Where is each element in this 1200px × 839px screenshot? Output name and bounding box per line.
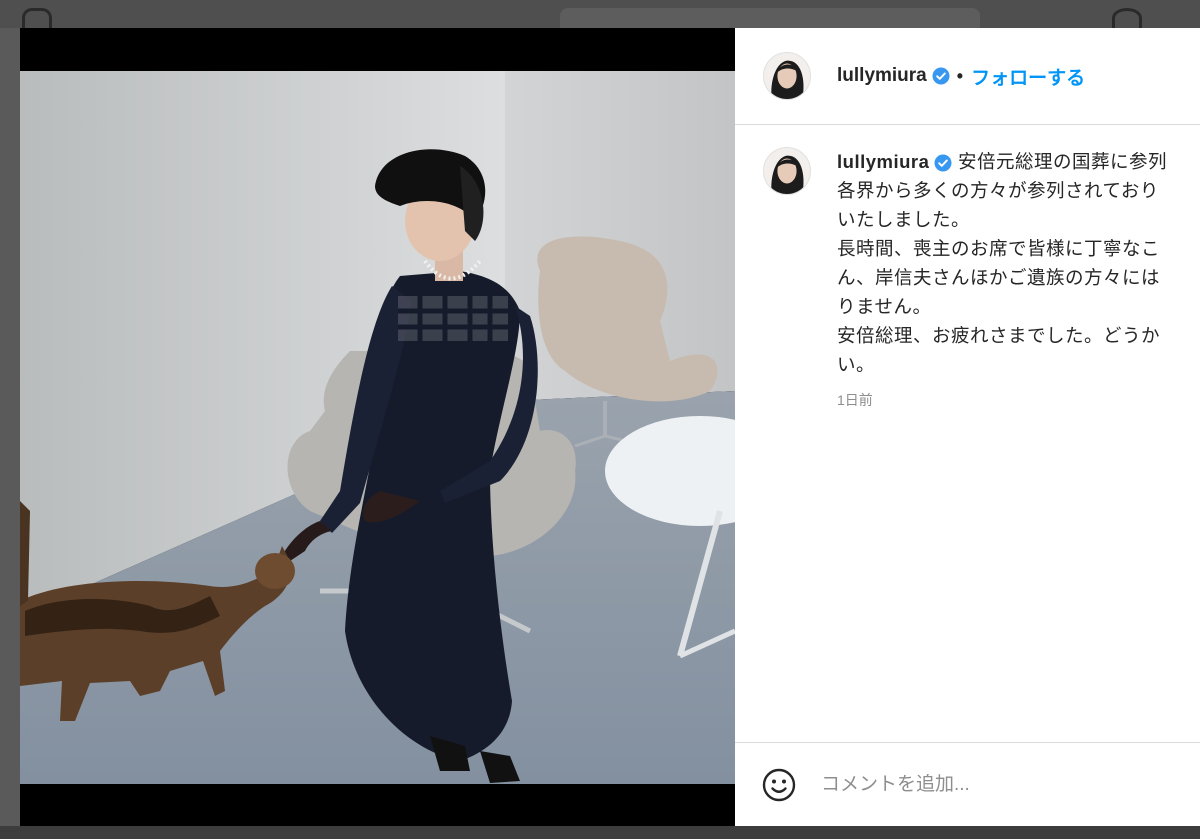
- caption-line: 各界から多くの方々が参列されており: [837, 180, 1159, 201]
- post-modal: lullymiura • フォローする lullymiura 安倍元総理の国葬に…: [20, 28, 1200, 826]
- caption-line: 長時間、喪主のお席で皆様に丁寧なこ: [837, 238, 1161, 259]
- comment-input[interactable]: [821, 773, 1151, 796]
- background-nav-icon: [1112, 8, 1142, 28]
- caption-body: lullymiura 安倍元総理の国葬に参列 各界から多くの方々が参列されており…: [837, 147, 1200, 410]
- post-media[interactable]: [20, 28, 735, 826]
- caption-text: 安倍元総理の国葬に参列: [958, 151, 1168, 172]
- verified-badge-icon: [934, 154, 952, 172]
- caption-line: 安倍総理、お疲れさまでした。どうか: [837, 325, 1161, 346]
- background-search-bar: [560, 8, 980, 28]
- caption-line: ん、岸信夫さんほかご遺族の方々には: [837, 267, 1161, 288]
- header-separator: •: [956, 65, 964, 86]
- avatar-image: [764, 148, 810, 194]
- header-username[interactable]: lullymiura: [837, 65, 927, 87]
- post-photo[interactable]: [20, 71, 735, 784]
- post-header: lullymiura • フォローする: [735, 28, 1200, 125]
- caption: lullymiura 安倍元総理の国葬に参列 各界から多くの方々が参列されており…: [763, 147, 1200, 410]
- post-side-panel: lullymiura • フォローする lullymiura 安倍元総理の国葬に…: [735, 28, 1200, 826]
- emoji-smiley-icon[interactable]: [761, 767, 797, 803]
- post-timestamp[interactable]: 1日前: [837, 390, 1200, 410]
- comment-composer: [735, 742, 1200, 826]
- caption-username[interactable]: lullymiura: [837, 151, 929, 172]
- caption-line: いたしました。: [837, 209, 971, 230]
- comments-area[interactable]: lullymiura 安倍元総理の国葬に参列 各界から多くの方々が参列されており…: [735, 125, 1200, 742]
- background-logo-fragment: [22, 8, 52, 28]
- verified-badge-icon: [932, 67, 950, 85]
- avatar-image: [764, 53, 810, 99]
- caption-line: lullymiura 安倍元総理の国葬に参列: [837, 147, 1200, 176]
- caption-avatar[interactable]: [763, 147, 811, 195]
- caption-line: い。: [837, 354, 876, 375]
- background-page-bottom: [0, 826, 1200, 839]
- caption-line: りません。: [837, 296, 932, 317]
- avatar[interactable]: [763, 52, 811, 100]
- follow-button[interactable]: フォローする: [971, 63, 1085, 90]
